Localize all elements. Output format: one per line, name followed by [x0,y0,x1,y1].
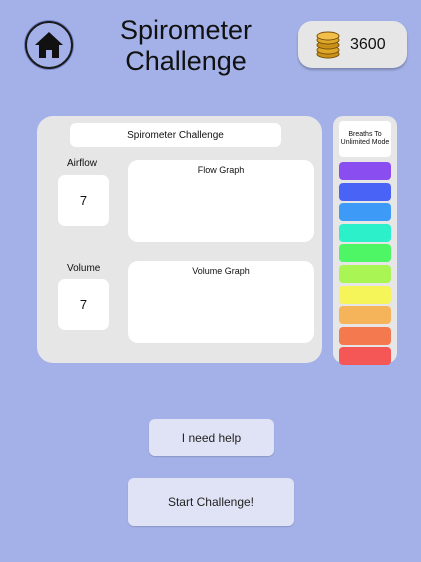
coin-count: 3600 [350,35,386,53]
coin-balance: 3600 [298,21,407,68]
help-button[interactable]: I need help [149,419,274,456]
airflow-label: Airflow [67,158,98,169]
airflow-value: 7 [58,175,109,226]
page-title: Spirometer Challenge [119,15,253,76]
meter-bar [339,162,391,180]
breaths-meter-heading: Breaths To Unlimited Mode [339,121,391,157]
meter-bar [339,244,391,263]
meter-bar [339,347,391,366]
volume-graph: Volume Graph [128,261,314,343]
spirometer-panel: Spirometer Challenge Airflow 7 Volume 7 … [37,116,322,363]
meter-bar [339,223,391,242]
volume-label: Volume [67,263,101,274]
home-button[interactable] [25,21,73,69]
meter-bar [339,285,391,304]
flow-graph-label: Flow Graph [197,165,245,175]
meter-bar [339,306,391,325]
panel-title: Spirometer Challenge [70,123,281,147]
breaths-meter: Breaths To Unlimited Mode [333,116,397,366]
coin-stack-icon [316,31,340,58]
meter-bar [339,182,391,201]
meter-bar [339,326,391,345]
start-challenge-button[interactable]: Start Challenge! [128,478,294,526]
volume-value: 7 [58,279,109,330]
meter-bar [339,203,391,222]
volume-graph-label: Volume Graph [192,266,250,276]
flow-graph: Flow Graph [128,160,314,242]
meter-bar [339,265,391,283]
home-icon [35,32,63,58]
